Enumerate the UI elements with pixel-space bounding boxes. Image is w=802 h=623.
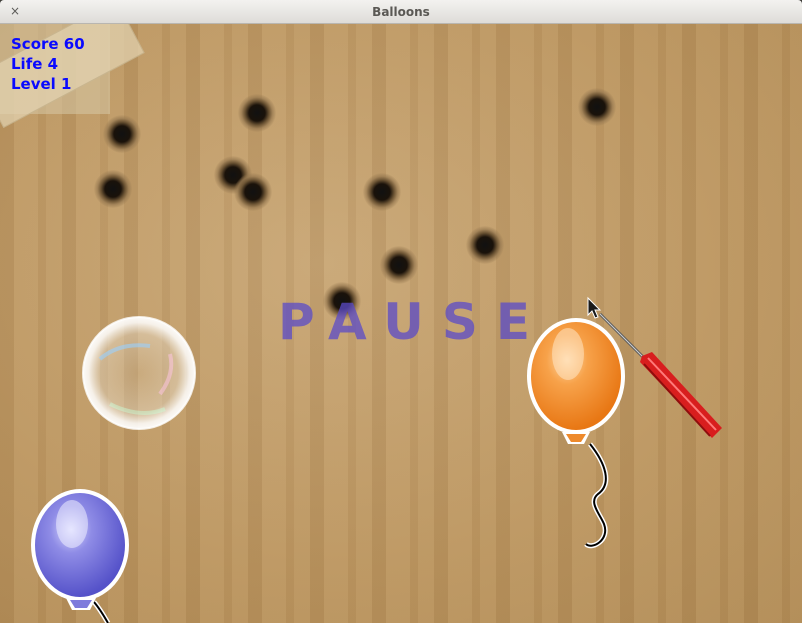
title-bar: × Balloons [0, 0, 802, 24]
game-window: × Balloons Score 60 Life 4 Level 1 PAUSE [0, 0, 802, 623]
window-title: Balloons [372, 5, 430, 19]
game-board[interactable]: Score 60 Life 4 Level 1 PAUSE [0, 24, 802, 623]
pause-overlay-text: PAUSE [278, 293, 548, 351]
